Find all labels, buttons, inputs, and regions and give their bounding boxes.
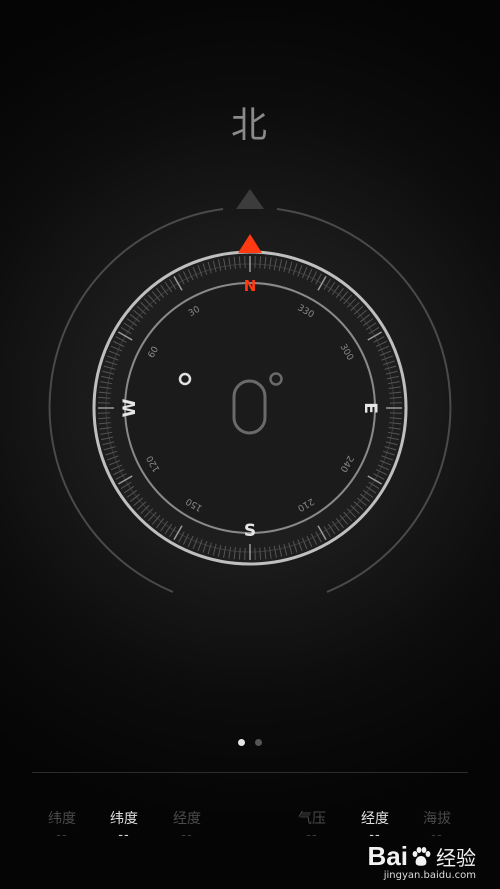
- compass-screen: 北 30 60 120 150 210 240 300 330 N S E W 0°: [0, 0, 500, 889]
- cardinal-east: E: [360, 402, 380, 414]
- dial-inner-face: [127, 285, 373, 531]
- watermark-brand-cn: 经验: [436, 848, 476, 870]
- reference-triangle-icon: [236, 189, 264, 209]
- baidu-jingyan-watermark: Bai 经验 jingyan.baidu.com: [368, 841, 476, 881]
- page-dot-1[interactable]: [238, 739, 245, 746]
- info-value-left-3: --: [181, 828, 193, 843]
- info-divider: [32, 772, 468, 773]
- info-tab-right-3[interactable]: 海拔: [423, 808, 451, 828]
- compass-dial[interactable]: 3060120150 210240300330 N S E W 0°: [0, 0, 500, 889]
- watermark-logo: Bai 经验: [368, 841, 476, 872]
- info-value-left-1: --: [56, 828, 68, 843]
- cardinal-south: S: [244, 521, 256, 541]
- info-tab-left-1[interactable]: 纬度: [48, 808, 76, 828]
- info-tab-right-2[interactable]: 经度: [361, 808, 389, 828]
- cardinal-north: N: [244, 277, 257, 295]
- info-tab-left-2[interactable]: 纬度: [110, 808, 138, 828]
- watermark-brand: Bai: [367, 841, 408, 871]
- info-tab-right-1[interactable]: 气压: [298, 808, 326, 828]
- page-dot-2[interactable]: [255, 739, 262, 746]
- info-value-right-1: --: [306, 828, 318, 843]
- info-value-left-2: --: [118, 828, 130, 843]
- paw-icon: [412, 846, 431, 866]
- north-pointer-icon: [238, 234, 262, 253]
- cardinal-west: W: [120, 398, 140, 417]
- info-tab-left-3[interactable]: 经度: [173, 808, 201, 828]
- page-indicator[interactable]: [0, 739, 500, 746]
- watermark-url: jingyan.baidu.com: [383, 870, 476, 881]
